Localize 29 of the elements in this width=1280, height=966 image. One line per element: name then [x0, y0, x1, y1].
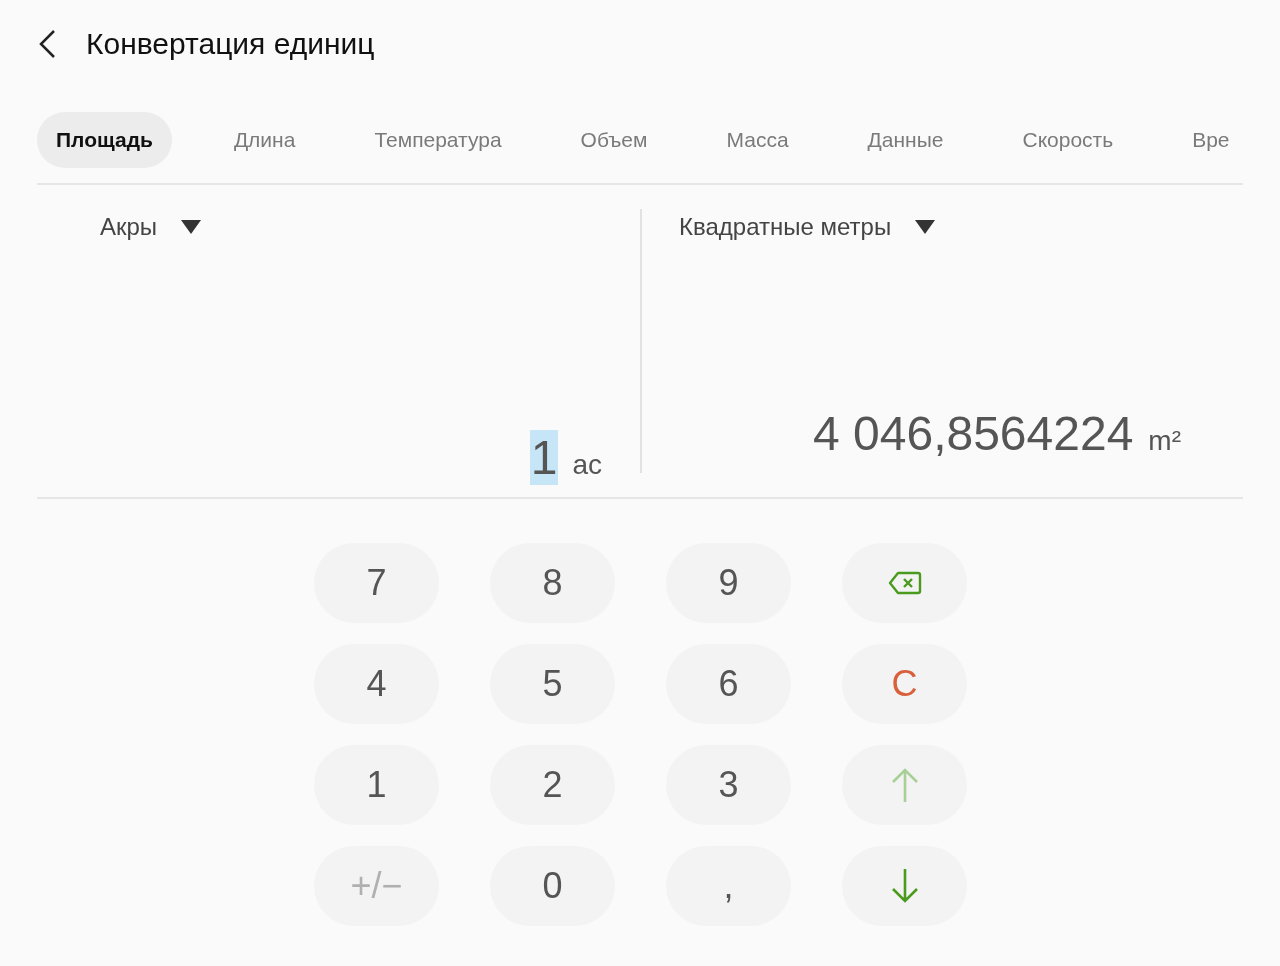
dropdown-arrow-icon — [181, 220, 202, 234]
key-button[interactable]: , — [666, 846, 791, 926]
value-field[interactable]: 4 046,8564224 — [812, 406, 1135, 461]
key-button[interactable]: 6 — [666, 644, 791, 724]
backspace-icon — [887, 571, 922, 595]
key-button[interactable]: 9 — [666, 543, 791, 623]
tab[interactable]: Температура — [357, 112, 519, 168]
key-button[interactable]: 0 — [490, 846, 615, 926]
unit-symbol: ac — [572, 449, 602, 481]
key-button[interactable]: 4 — [314, 644, 439, 724]
key-button[interactable]: 5 — [490, 644, 615, 724]
unit-dropdown[interactable]: Акры — [100, 213, 202, 241]
dropdown-arrow-icon — [915, 220, 936, 234]
unit-dropdown[interactable]: Квадратные метры — [679, 213, 936, 241]
tab[interactable]: Данные — [850, 112, 961, 168]
tab[interactable]: Масса — [709, 112, 806, 168]
tab[interactable]: Длина — [216, 112, 313, 168]
key-button[interactable]: 2 — [490, 745, 615, 825]
tab[interactable]: Скорость — [1005, 112, 1131, 168]
key-button[interactable]: 7 — [314, 543, 439, 623]
page-title: Конвертация единиц — [86, 27, 375, 61]
tab[interactable]: Объем — [563, 112, 665, 168]
key-button[interactable]: 1 — [314, 745, 439, 825]
unit-symbol: m² — [1148, 425, 1181, 457]
key-button[interactable]: 3 — [666, 745, 791, 825]
value-field[interactable]: 1 — [529, 430, 559, 485]
tab[interactable]: Вре — [1175, 112, 1247, 168]
tab[interactable]: Площадь — [37, 112, 172, 168]
key-button[interactable]: 8 — [490, 543, 615, 623]
